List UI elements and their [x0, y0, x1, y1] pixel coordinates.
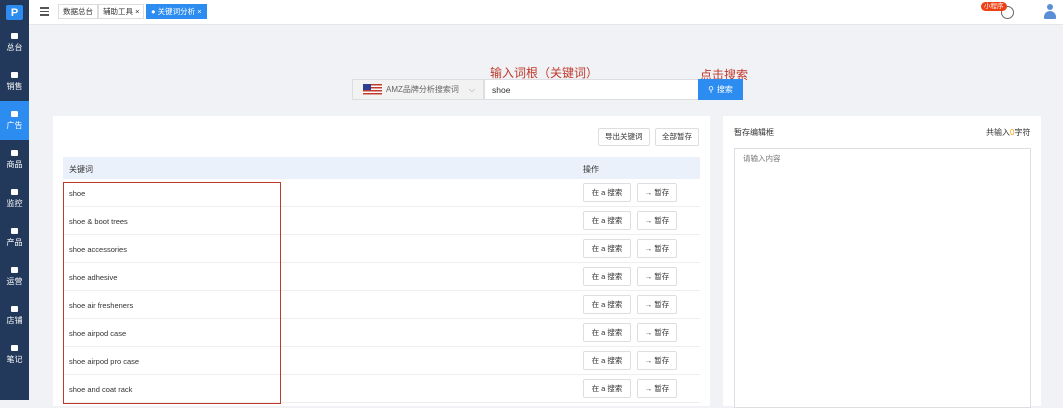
stash-button[interactable]: → 暂存 [637, 295, 677, 314]
sidebar-item-monitor[interactable]: 监控 [0, 179, 29, 218]
sidebar-item-notes[interactable]: 笔记 [0, 335, 29, 374]
sidebar-item-label: 商品 [6, 159, 23, 169]
sidebar-item-label: 销售 [6, 81, 23, 91]
sales-icon [11, 71, 18, 78]
table-row: shoe adhesive 在 a 搜索 → 暂存 [63, 263, 700, 291]
avatar-icon[interactable] [1043, 4, 1057, 20]
column-header-keyword: 关键词 [69, 165, 93, 174]
monitor-icon [11, 188, 18, 195]
search-on-amazon-button[interactable]: 在 a 搜索 [583, 295, 631, 314]
sidebar: P 总台 销售 广告 商品 监控 产品 运营 店铺 笔记 [0, 0, 29, 400]
mini-program-badge: 小程序 [981, 2, 1007, 11]
sidebar-item-label: 广告 [6, 120, 23, 130]
sidebar-item-label: 监控 [6, 198, 23, 208]
stash-editor-title: 暂存编辑框 [734, 128, 774, 137]
keyword-cell: shoe & boot trees [69, 217, 128, 226]
sidebar-item-store[interactable]: 店铺 [0, 296, 29, 335]
table-row: shoe 在 a 搜索 → 暂存 [63, 179, 700, 207]
keyword-cell: shoe airpod case [69, 329, 127, 338]
top-bar: 数据总台 辅助工具 × ● 关键词分析 × 小程序 [29, 0, 1063, 25]
search-button-label: 搜索 [716, 85, 733, 94]
search-button[interactable]: ⚲ 搜索 [698, 79, 743, 100]
keyword-cell: shoe air fresheners [69, 301, 134, 310]
stash-button[interactable]: → 暂存 [637, 351, 677, 370]
table-row: shoe and coat rack 在 a 搜索 → 暂存 [63, 375, 700, 403]
store-icon [11, 305, 18, 312]
us-flag-icon [363, 84, 382, 95]
keyword-cell: shoe adhesive [69, 273, 118, 282]
stash-button[interactable]: → 暂存 [637, 379, 677, 398]
sidebar-item-dashboard[interactable]: 总台 [0, 23, 29, 62]
chevron-down-icon: ⌵ [468, 85, 475, 94]
search-on-amazon-button[interactable]: 在 a 搜索 [583, 323, 631, 342]
search-on-amazon-button[interactable]: 在 a 搜索 [583, 183, 631, 202]
table-row: shoe air fresheners 在 a 搜索 → 暂存 [63, 291, 700, 319]
keyword-cell: shoe accessories [69, 245, 127, 254]
stash-all-button[interactable]: 全部暂存 [655, 128, 699, 146]
sidebar-item-ads[interactable]: 广告 [0, 101, 29, 140]
dashboard-icon [11, 32, 18, 39]
sidebar-item-label: 店铺 [6, 315, 23, 325]
sidebar-item-label: 产品 [6, 237, 23, 247]
sidebar-item-sales[interactable]: 销售 [0, 62, 29, 101]
grid-icon [11, 227, 18, 234]
table-row: shoe airpod pro case 在 a 搜索 → 暂存 [63, 347, 700, 375]
app-logo[interactable]: P [6, 5, 23, 20]
search-on-amazon-button[interactable]: 在 a 搜索 [583, 351, 631, 370]
search-on-amazon-button[interactable]: 在 a 搜索 [583, 267, 631, 286]
site-select[interactable]: AMZ品牌分析搜索词 ⌵ [352, 79, 484, 100]
stash-button[interactable]: → 暂存 [637, 183, 677, 202]
export-keywords-button[interactable]: 导出关键词 [598, 128, 650, 146]
search-on-amazon-button[interactable]: 在 a 搜索 [583, 211, 631, 230]
sidebar-item-label: 总台 [6, 42, 23, 52]
search-icon: ⚲ [708, 85, 714, 94]
table-row: shoe & boot trees 在 a 搜索 → 暂存 [63, 207, 700, 235]
tab-tools[interactable]: 辅助工具 × [98, 4, 145, 19]
stash-button[interactable]: → 暂存 [637, 323, 677, 342]
table-row: shoe accessories 在 a 搜索 → 暂存 [63, 235, 700, 263]
search-input[interactable] [484, 79, 699, 100]
search-on-amazon-button[interactable]: 在 a 搜索 [583, 379, 631, 398]
sidebar-item-goods[interactable]: 商品 [0, 140, 29, 179]
ads-icon [11, 110, 18, 117]
site-select-label: AMZ品牌分析搜索词 [386, 85, 459, 94]
stash-button[interactable]: → 暂存 [637, 211, 677, 230]
sidebar-item-products[interactable]: 产品 [0, 218, 29, 257]
stash-textarea[interactable] [734, 148, 1031, 408]
keyword-cell: shoe [69, 189, 86, 198]
keyword-cell: shoe and coat rack [69, 385, 133, 394]
menu-toggle-icon[interactable] [40, 7, 49, 16]
user-icon [11, 266, 18, 273]
bar-chart-icon [11, 149, 18, 156]
stash-button[interactable]: → 暂存 [637, 267, 677, 286]
tab-dashboard[interactable]: 数据总台 [58, 4, 98, 19]
note-icon [11, 344, 18, 351]
table-header: 关键词 操作 [63, 157, 700, 179]
keyword-cell: shoe airpod pro case [69, 357, 140, 366]
char-count: 共输入0字符 [986, 128, 1031, 137]
sidebar-item-label: 运营 [6, 276, 23, 286]
search-on-amazon-button[interactable]: 在 a 搜索 [583, 239, 631, 258]
stash-button[interactable]: → 暂存 [637, 239, 677, 258]
table-row: shoe airpod case 在 a 搜索 → 暂存 [63, 319, 700, 347]
sidebar-item-label: 笔记 [6, 354, 23, 364]
column-header-actions: 操作 [583, 165, 599, 174]
sidebar-item-operations[interactable]: 运营 [0, 257, 29, 296]
tab-keyword-analysis[interactable]: ● 关键词分析 × [146, 4, 207, 19]
